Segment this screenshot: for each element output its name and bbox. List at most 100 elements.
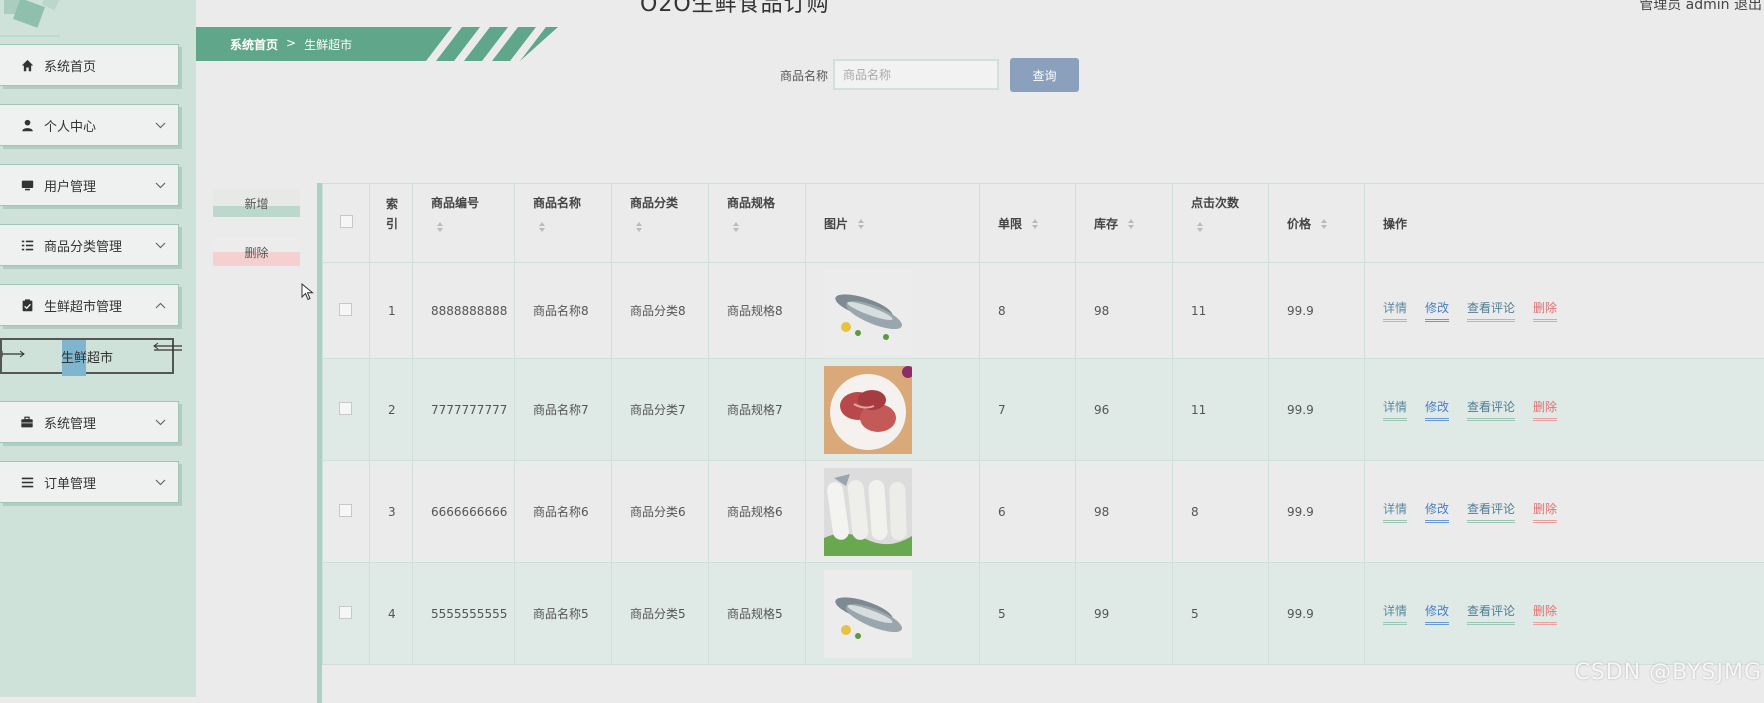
detail-link[interactable]: 详情 bbox=[1383, 500, 1407, 523]
sidebar-item-label: 系统首页 bbox=[44, 56, 178, 75]
sort-icon[interactable] bbox=[1191, 219, 1268, 233]
column-header-spec[interactable]: 商品规格 bbox=[709, 184, 806, 263]
column-header-category[interactable]: 商品分类 bbox=[612, 184, 709, 263]
sidebar-item-home[interactable]: 系统首页 bbox=[0, 44, 179, 86]
cell-code: 5555555555 bbox=[413, 563, 515, 665]
product-image-fillet[interactable] bbox=[824, 468, 912, 556]
cell-limit: 6 bbox=[980, 461, 1076, 563]
column-header-label: 库存 bbox=[1094, 217, 1118, 231]
sidebar: 系统首页 个人中心 用户管理 商品分类管理 生鲜超市管理 bbox=[0, 0, 196, 697]
delete-link[interactable]: 删除 bbox=[1533, 398, 1557, 421]
row-checkbox[interactable] bbox=[339, 606, 352, 619]
column-header-limit[interactable]: 单限 bbox=[980, 184, 1076, 263]
delete-button[interactable]: 删除 bbox=[213, 238, 300, 266]
sidebar-item-category[interactable]: 商品分类管理 bbox=[0, 224, 179, 266]
sort-icon[interactable] bbox=[1026, 217, 1039, 231]
sort-icon[interactable] bbox=[533, 219, 611, 233]
cell-ops: 详情 修改 查看评论 删除 bbox=[1365, 359, 1764, 461]
sidebar-item-users[interactable]: 用户管理 bbox=[0, 164, 179, 206]
delete-link[interactable]: 删除 bbox=[1533, 602, 1557, 625]
cell-category: 商品分类8 bbox=[612, 263, 709, 359]
cell-spec: 商品规格7 bbox=[709, 359, 806, 461]
cell-index: 1 bbox=[370, 263, 413, 359]
product-image-fish[interactable] bbox=[824, 267, 912, 355]
sidebar-item-label: 用户管理 bbox=[44, 176, 152, 195]
row-checkbox[interactable] bbox=[339, 402, 352, 415]
cell-ops: 详情 修改 查看评论 删除 bbox=[1365, 461, 1764, 563]
column-header-stock[interactable]: 库存 bbox=[1076, 184, 1173, 263]
search-input[interactable] bbox=[833, 59, 999, 90]
select-all-checkbox[interactable] bbox=[340, 215, 353, 228]
edit-link[interactable]: 修改 bbox=[1425, 398, 1449, 421]
app-title: O2O生鲜食品订购 bbox=[640, 0, 830, 18]
list-icon bbox=[19, 237, 35, 253]
cell-price: 99.9 bbox=[1269, 563, 1365, 665]
breadcrumb-current: 生鲜超市 bbox=[304, 36, 352, 53]
select-all-header bbox=[323, 184, 370, 263]
briefcase-icon bbox=[19, 414, 35, 430]
column-header-image[interactable]: 图片 bbox=[806, 184, 980, 263]
cell-spec: 商品规格5 bbox=[709, 563, 806, 665]
product-image-meat[interactable] bbox=[824, 366, 912, 454]
detail-link[interactable]: 详情 bbox=[1383, 398, 1407, 421]
sidebar-item-system[interactable]: 系统管理 bbox=[0, 401, 179, 443]
edit-link[interactable]: 修改 bbox=[1425, 299, 1449, 322]
table-row: 4 5555555555 商品名称5 商品分类5 商品规格5 5 9 bbox=[323, 563, 1764, 665]
chevron-down-icon bbox=[152, 122, 168, 129]
view-reviews-link[interactable]: 查看评论 bbox=[1467, 398, 1515, 421]
view-reviews-link[interactable]: 查看评论 bbox=[1467, 500, 1515, 523]
cell-clicks: 8 bbox=[1173, 461, 1269, 563]
sidebar-subitem-market[interactable]: 生鲜超市 bbox=[0, 338, 174, 374]
detail-link[interactable]: 详情 bbox=[1383, 299, 1407, 322]
column-header-name[interactable]: 商品名称 bbox=[515, 184, 612, 263]
breadcrumb: 系统首页 > 生鲜超市 bbox=[230, 36, 352, 53]
delete-link[interactable]: 删除 bbox=[1533, 500, 1557, 523]
monitor-icon bbox=[19, 177, 35, 193]
view-reviews-link[interactable]: 查看评论 bbox=[1467, 602, 1515, 625]
sidebar-decoration bbox=[0, 0, 196, 40]
column-header-code[interactable]: 商品编号 bbox=[413, 184, 515, 263]
sidebar-item-orders[interactable]: 订单管理 bbox=[0, 461, 179, 503]
chevron-down-icon bbox=[152, 242, 168, 249]
cell-spec: 商品规格6 bbox=[709, 461, 806, 563]
breadcrumb-home[interactable]: 系统首页 bbox=[230, 36, 278, 53]
detail-link[interactable]: 详情 bbox=[1383, 602, 1407, 625]
sort-icon[interactable] bbox=[431, 219, 514, 233]
cell-limit: 7 bbox=[980, 359, 1076, 461]
sort-icon[interactable] bbox=[727, 219, 805, 233]
cell-limit: 8 bbox=[980, 263, 1076, 359]
row-select-cell bbox=[323, 563, 370, 665]
row-select-cell bbox=[323, 359, 370, 461]
add-button[interactable]: 新增 bbox=[213, 189, 300, 217]
cell-ops: 详情 修改 查看评论 删除 bbox=[1365, 263, 1764, 359]
edit-link[interactable]: 修改 bbox=[1425, 602, 1449, 625]
column-header-label: 商品编号 bbox=[431, 196, 479, 210]
cell-category: 商品分类6 bbox=[612, 461, 709, 563]
search-button[interactable]: 查询 bbox=[1010, 58, 1079, 92]
sort-icon[interactable] bbox=[852, 217, 865, 231]
product-image-fish[interactable] bbox=[824, 570, 912, 658]
sidebar-item-label: 系统管理 bbox=[44, 413, 152, 432]
sidebar-item-profile[interactable]: 个人中心 bbox=[0, 104, 179, 146]
row-checkbox[interactable] bbox=[339, 504, 352, 517]
sort-icon[interactable] bbox=[1315, 217, 1328, 231]
sidebar-item-market[interactable]: 生鲜超市管理 bbox=[0, 284, 179, 326]
column-header-price[interactable]: 价格 bbox=[1269, 184, 1365, 263]
cell-code: 7777777777 bbox=[413, 359, 515, 461]
cell-name: 商品名称8 bbox=[515, 263, 612, 359]
column-header-clicks[interactable]: 点击次数 bbox=[1173, 184, 1269, 263]
delete-link[interactable]: 删除 bbox=[1533, 299, 1557, 322]
user-info[interactable]: 管理员 admin 退出 bbox=[1639, 0, 1762, 14]
cell-index: 2 bbox=[370, 359, 413, 461]
sort-icon[interactable] bbox=[630, 219, 708, 233]
sidebar-subitem-label: 生鲜超市 bbox=[61, 347, 113, 366]
edit-link[interactable]: 修改 bbox=[1425, 500, 1449, 523]
view-reviews-link[interactable]: 查看评论 bbox=[1467, 299, 1515, 322]
sidebar-item-label: 订单管理 bbox=[44, 473, 152, 492]
cell-image bbox=[806, 359, 980, 461]
sidebar-item-label: 商品分类管理 bbox=[44, 236, 152, 255]
sort-icon[interactable] bbox=[1122, 217, 1135, 231]
cell-code: 6666666666 bbox=[413, 461, 515, 563]
cell-stock: 98 bbox=[1076, 461, 1173, 563]
row-checkbox[interactable] bbox=[339, 303, 352, 316]
